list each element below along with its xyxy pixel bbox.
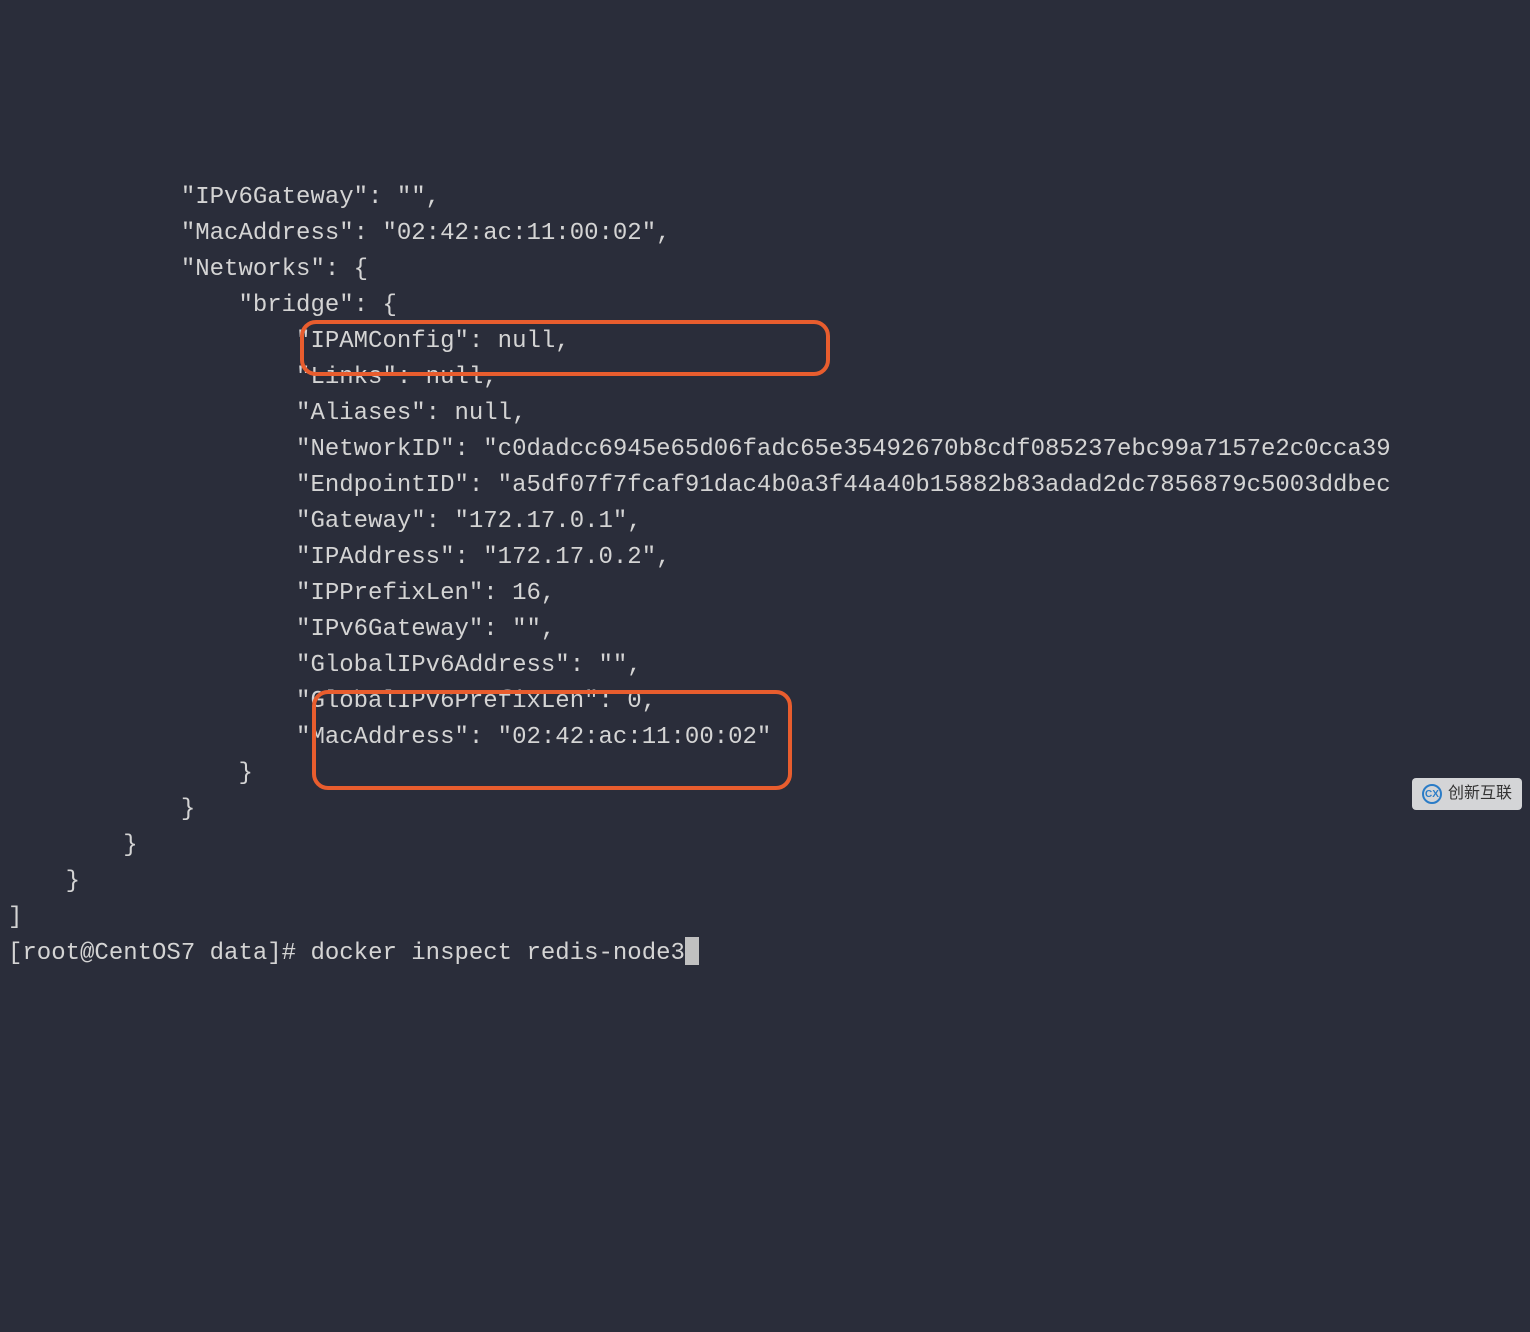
output-line: "GlobalIPv6Address": "", <box>8 652 642 679</box>
output-line: "Links": null, <box>8 364 498 391</box>
output-line-ipaddress: "IPAddress": "172.17.0.2", <box>8 544 671 571</box>
output-line: "Gateway": "172.17.0.1", <box>8 508 642 535</box>
output-line: "Networks": { <box>8 256 368 283</box>
output-line: "EndpointID": "a5df07f7fcaf91dac4b0a3f44… <box>8 472 1391 499</box>
cursor <box>685 937 699 965</box>
output-line: } <box>8 868 80 895</box>
output-line: } <box>8 796 195 823</box>
watermark-text: 创新互联 <box>1448 782 1512 806</box>
output-line: "MacAddress": "02:42:ac:11:00:02" <box>8 724 771 751</box>
watermark-icon: CX <box>1422 784 1442 804</box>
output-line: "IPv6Gateway": "", <box>8 184 440 211</box>
output-line: "IPPrefixLen": 16, <box>8 580 555 607</box>
output-line: } <box>8 760 253 787</box>
terminal-output[interactable]: "IPv6Gateway": "", "MacAddress": "02:42:… <box>0 144 1530 972</box>
output-line: "IPv6Gateway": "", <box>8 616 555 643</box>
shell-prompt: [root@CentOS7 data]# <box>8 940 310 967</box>
output-line: "Aliases": null, <box>8 400 526 427</box>
output-line: ] <box>8 904 22 931</box>
output-line: } <box>8 832 138 859</box>
output-line: "bridge": { <box>8 292 397 319</box>
output-line: "IPAMConfig": null, <box>8 328 570 355</box>
output-line: "MacAddress": "02:42:ac:11:00:02", <box>8 220 671 247</box>
command-input[interactable]: docker inspect redis-node3 <box>310 940 684 967</box>
output-line: "NetworkID": "c0dadcc6945e65d06fadc65e35… <box>8 436 1391 463</box>
watermark: CX 创新互联 <box>1412 778 1522 810</box>
output-line: "GlobalIPv6PrefixLen": 0, <box>8 688 656 715</box>
